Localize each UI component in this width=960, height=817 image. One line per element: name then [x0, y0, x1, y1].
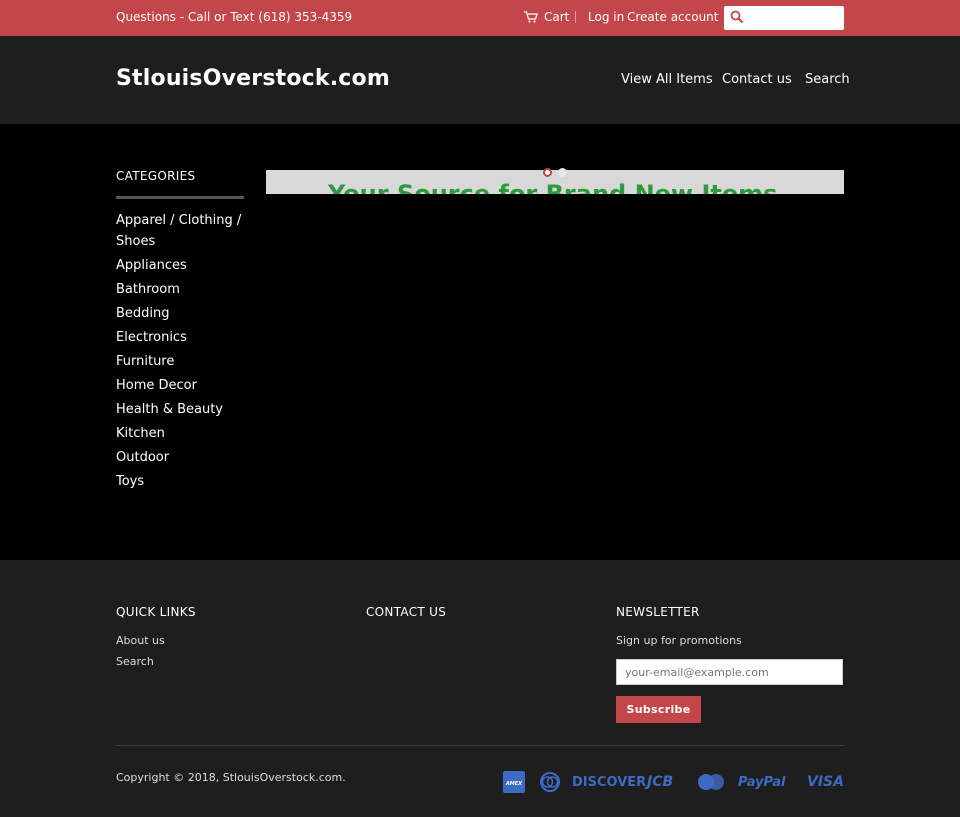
category-appliances[interactable]: Appliances	[116, 255, 246, 276]
site-footer: QUICK LINKS About us Search CONTACT US N…	[0, 560, 960, 817]
create-account-link[interactable]: Create account	[627, 10, 719, 24]
paypal-icon: PayPal	[738, 774, 786, 790]
category-furniture[interactable]: Furniture	[116, 351, 246, 372]
footer-divider	[116, 745, 844, 746]
cart-icon	[524, 11, 538, 23]
top-bar: Questions - Call or Text (618) 353-4359 …	[0, 0, 960, 36]
contact-us-title: CONTACT US	[366, 605, 447, 619]
site-logo[interactable]: StlouisOverstock.com	[116, 66, 390, 91]
mastercard-icon	[697, 771, 725, 793]
hero-slider[interactable]: Your Source for Brand New Items	[266, 170, 844, 194]
login-link[interactable]: Log in	[588, 10, 624, 24]
categories-title: CATEGORIES	[116, 169, 196, 183]
category-home-decor[interactable]: Home Decor	[116, 375, 246, 396]
discover-icon: DISCOVER	[572, 774, 647, 790]
copyright: Copyright © 2018, StlouisOverstock.com.	[116, 771, 346, 784]
footer-link-search[interactable]: Search	[116, 655, 154, 668]
category-health-beauty[interactable]: Health & Beauty	[116, 399, 246, 420]
category-kitchen[interactable]: Kitchen	[116, 423, 246, 444]
category-bathroom[interactable]: Bathroom	[116, 279, 246, 300]
amex-icon: AMEX	[503, 771, 525, 793]
newsletter-email-input[interactable]	[616, 659, 843, 685]
nav-contact-us[interactable]: Contact us	[722, 72, 792, 87]
quick-links-title: QUICK LINKS	[116, 605, 196, 619]
newsletter-text: Sign up for promotions	[616, 634, 742, 647]
slider-dot-active[interactable]	[543, 168, 552, 177]
cart-label: Cart	[544, 10, 570, 24]
newsletter-title: NEWSLETTER	[616, 605, 700, 619]
visa-icon: VISA	[807, 774, 844, 790]
diners-icon	[539, 771, 561, 793]
search-icon[interactable]	[730, 10, 744, 24]
slider-tagline: Your Source for Brand New Items	[328, 180, 778, 194]
search-input[interactable]	[748, 8, 840, 28]
category-outdoor[interactable]: Outdoor	[116, 447, 246, 468]
slider-dot[interactable]	[558, 168, 567, 177]
amex-label: AMEX	[505, 781, 523, 787]
nav-view-all-items[interactable]: View All Items	[621, 72, 713, 87]
nav-search[interactable]: Search	[805, 72, 850, 87]
category-electronics[interactable]: Electronics	[116, 327, 246, 348]
subscribe-button[interactable]: Subscribe	[616, 696, 701, 723]
search-box[interactable]	[724, 6, 844, 30]
cart-link[interactable]: Cart	[524, 10, 569, 24]
site-header: StlouisOverstock.com View All Items Cont…	[0, 36, 960, 124]
category-apparel[interactable]: Apparel / Clothing / Shoes	[116, 210, 246, 252]
contact-phone: Questions - Call or Text (618) 353-4359	[116, 10, 353, 24]
divider	[575, 11, 576, 23]
category-toys[interactable]: Toys	[116, 471, 246, 492]
categories-divider	[116, 196, 244, 199]
footer-link-about[interactable]: About us	[116, 634, 165, 647]
category-bedding[interactable]: Bedding	[116, 303, 246, 324]
jcb-icon: JCB	[647, 774, 674, 790]
